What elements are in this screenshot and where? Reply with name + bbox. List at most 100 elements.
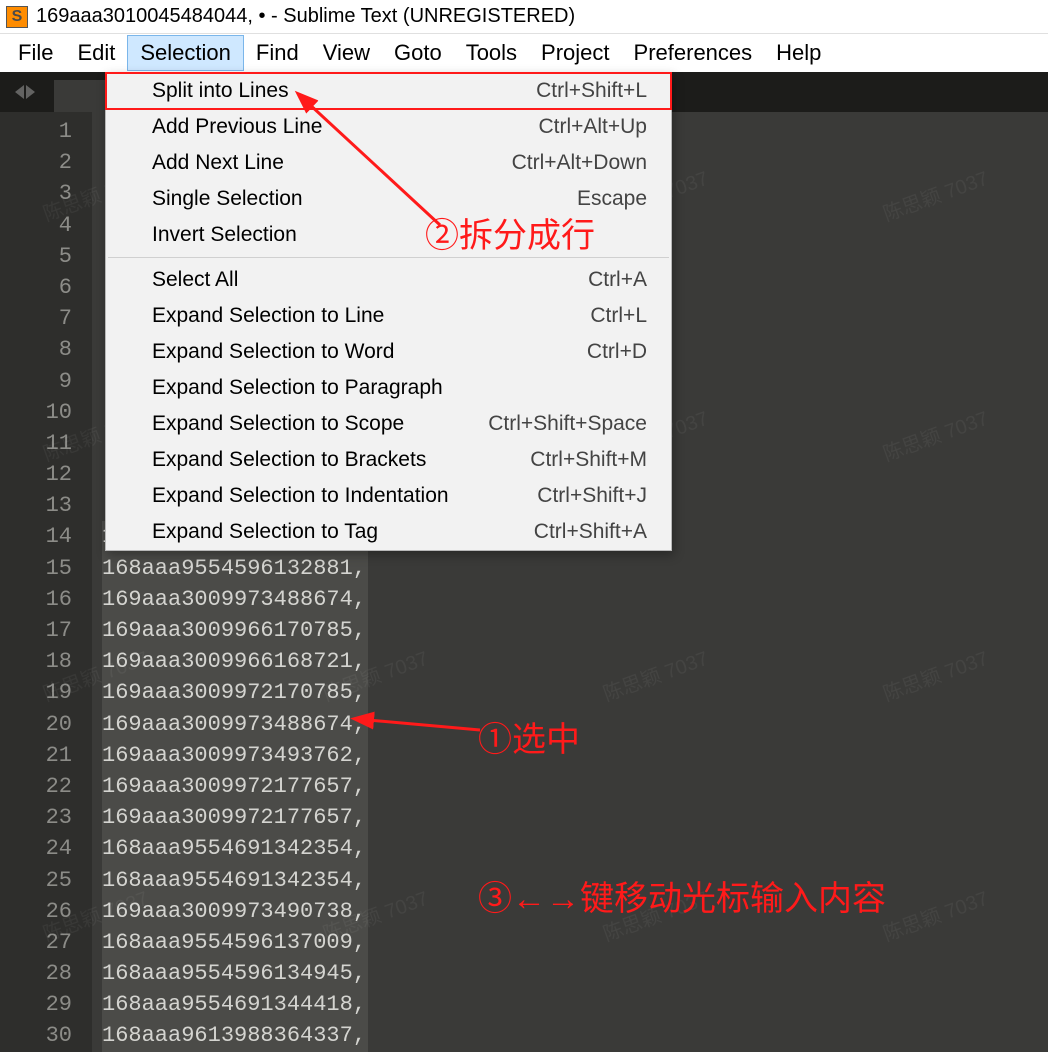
tab-nav[interactable] <box>0 85 50 99</box>
menu-entry-label: Add Previous Line <box>152 115 322 139</box>
line-number: 20 <box>0 709 72 740</box>
line-number: 8 <box>0 334 72 365</box>
code-line[interactable]: 168aaa9554596132881, <box>102 553 368 584</box>
line-number: 19 <box>0 677 72 708</box>
menu-entry-expand-selection-to-brackets[interactable]: Expand Selection to Brackets Ctrl+Shift+M <box>106 442 671 478</box>
line-number: 9 <box>0 366 72 397</box>
menu-entry-label: Select All <box>152 268 238 292</box>
line-number: 10 <box>0 397 72 428</box>
menu-entry-shortcut: Ctrl+L <box>590 304 647 328</box>
menu-entry-shortcut: Ctrl+A <box>588 268 647 292</box>
menu-item-preferences[interactable]: Preferences <box>622 36 765 70</box>
code-line[interactable]: 168aaa9554691342354, <box>102 865 368 896</box>
code-line[interactable]: 168aaa9554691342354, <box>102 833 368 864</box>
line-number: 4 <box>0 210 72 241</box>
menu-entry-add-next-line[interactable]: Add Next Line Ctrl+Alt+Down <box>106 145 671 181</box>
menu-entry-label: Expand Selection to Tag <box>152 520 378 544</box>
menu-item-selection[interactable]: Selection <box>127 35 244 71</box>
code-line[interactable]: 169aaa3009972177657, <box>102 802 368 833</box>
code-line[interactable]: 168aaa9554691344418, <box>102 989 368 1020</box>
menu-item-edit[interactable]: Edit <box>65 36 127 70</box>
line-number: 18 <box>0 646 72 677</box>
menu-entry-label: Split into Lines <box>152 79 289 103</box>
code-line[interactable]: 169aaa3009973493762, <box>102 740 368 771</box>
menu-entry-label: Invert Selection <box>152 223 297 247</box>
line-number: 17 <box>0 615 72 646</box>
code-line[interactable]: 169aaa3009973488674, <box>102 709 368 740</box>
code-line[interactable]: 169aaa3009966168721, <box>102 646 368 677</box>
window-title-bar: S 169aaa3010045484044, • - Sublime Text … <box>0 0 1048 34</box>
menu-entry-expand-selection-to-paragraph[interactable]: Expand Selection to Paragraph <box>106 370 671 406</box>
line-number: 22 <box>0 771 72 802</box>
code-line[interactable]: 169aaa3009966170785, <box>102 615 368 646</box>
line-number: 28 <box>0 958 72 989</box>
menu-entry-shortcut: Ctrl+Alt+Down <box>512 151 647 175</box>
menu-item-help[interactable]: Help <box>764 36 833 70</box>
line-number: 12 <box>0 459 72 490</box>
line-number: 2 <box>0 147 72 178</box>
window-title: 169aaa3010045484044, • - Sublime Text (U… <box>36 5 575 28</box>
menu-entry-add-previous-line[interactable]: Add Previous Line Ctrl+Alt+Up <box>106 109 671 145</box>
menu-entry-split-into-lines[interactable]: Split into Lines Ctrl+Shift+L <box>105 72 672 110</box>
menu-item-goto[interactable]: Goto <box>382 36 454 70</box>
menu-entry-shortcut: Ctrl+Shift+A <box>534 520 647 544</box>
menu-entry-shortcut: Ctrl+D <box>587 340 647 364</box>
menu-item-project[interactable]: Project <box>529 36 621 70</box>
menu-entry-expand-selection-to-line[interactable]: Expand Selection to Line Ctrl+L <box>106 298 671 334</box>
menu-item-view[interactable]: View <box>311 36 382 70</box>
menu-bar: FileEditSelectionFindViewGotoToolsProjec… <box>0 34 1048 72</box>
code-line[interactable]: 168aaa9613988364337, <box>102 1020 368 1051</box>
menu-entry-shortcut: Ctrl+Shift+L <box>536 79 647 103</box>
menu-entry-shortcut: Ctrl+Shift+J <box>537 484 647 508</box>
line-number: 1 <box>0 116 72 147</box>
menu-entry-shortcut: Ctrl+Shift+M <box>530 448 647 472</box>
code-line[interactable]: 169aaa3009972177657, <box>102 771 368 802</box>
menu-entry-expand-selection-to-scope[interactable]: Expand Selection to Scope Ctrl+Shift+Spac… <box>106 406 671 442</box>
menu-entry-select-all[interactable]: Select All Ctrl+A <box>106 262 671 298</box>
menu-item-find[interactable]: Find <box>244 36 311 70</box>
code-line[interactable]: 168aaa9554596134945, <box>102 958 368 989</box>
line-number-gutter: 1234567891011121314151617181920212223242… <box>0 112 92 1052</box>
line-number: 11 <box>0 428 72 459</box>
code-line[interactable]: 169aaa3009973490738, <box>102 896 368 927</box>
line-number: 27 <box>0 927 72 958</box>
menu-entry-expand-selection-to-indentation[interactable]: Expand Selection to Indentation Ctrl+Shif… <box>106 478 671 514</box>
line-number: 14 <box>0 521 72 552</box>
line-number: 21 <box>0 740 72 771</box>
menu-entry-label: Expand Selection to Scope <box>152 412 404 436</box>
menu-entry-shortcut: Ctrl+Shift+Space <box>488 412 647 436</box>
code-line[interactable]: 169aaa3009972170785, <box>102 677 368 708</box>
app-icon: S <box>6 6 28 28</box>
line-number: 26 <box>0 896 72 927</box>
menu-entry-label: Expand Selection to Line <box>152 304 384 328</box>
menu-entry-shortcut: Ctrl+Alt+Up <box>538 115 647 139</box>
menu-entry-label: Add Next Line <box>152 151 284 175</box>
line-number: 25 <box>0 865 72 896</box>
line-number: 7 <box>0 303 72 334</box>
line-number: 29 <box>0 989 72 1020</box>
menu-entry-expand-selection-to-word[interactable]: Expand Selection to WordCtrl+D <box>106 334 671 370</box>
line-number: 13 <box>0 490 72 521</box>
menu-entry-invert-selection[interactable]: Invert Selection <box>106 217 671 253</box>
tab-prev-icon <box>15 85 24 99</box>
menu-item-tools[interactable]: Tools <box>454 36 529 70</box>
menu-entry-shortcut: Escape <box>577 187 647 211</box>
menu-entry-label: Expand Selection to Indentation <box>152 484 449 508</box>
menu-entry-label: Expand Selection to Paragraph <box>152 376 443 400</box>
menu-entry-expand-selection-to-tag[interactable]: Expand Selection to Tag Ctrl+Shift+A <box>106 514 671 550</box>
line-number: 15 <box>0 553 72 584</box>
menu-entry-single-selection[interactable]: Single Selection Escape <box>106 181 671 217</box>
menu-entry-label: Expand Selection to Brackets <box>152 448 426 472</box>
code-line[interactable]: 169aaa3009973488674, <box>102 584 368 615</box>
line-number: 23 <box>0 802 72 833</box>
code-line[interactable]: 168aaa9554596137009, <box>102 927 368 958</box>
selection-menu-dropdown: Split into Lines Ctrl+Shift+L Add Previous… <box>105 72 672 551</box>
menu-item-file[interactable]: File <box>6 36 65 70</box>
menu-entry-label: Single Selection <box>152 187 303 211</box>
line-number: 30 <box>0 1020 72 1051</box>
line-number: 24 <box>0 833 72 864</box>
tab-next-icon <box>26 85 35 99</box>
menu-separator <box>108 257 669 258</box>
line-number: 3 <box>0 178 72 209</box>
line-number: 5 <box>0 241 72 272</box>
